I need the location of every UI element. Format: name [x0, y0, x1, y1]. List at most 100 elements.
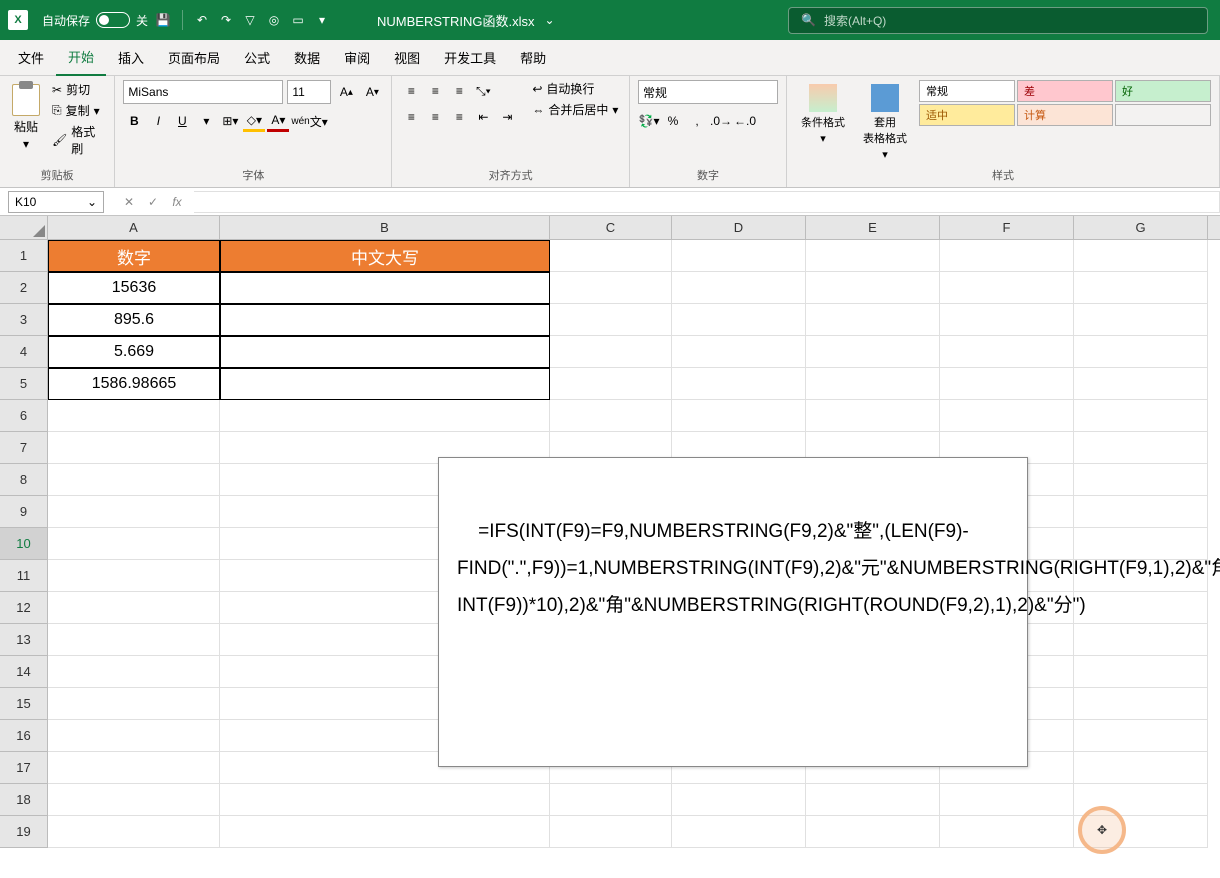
- accept-formula-icon[interactable]: ✓: [142, 191, 164, 213]
- phonetic-button[interactable]: wén文▾: [291, 110, 327, 132]
- save-icon[interactable]: 💾: [154, 11, 172, 29]
- align-bottom-icon[interactable]: ≡: [448, 80, 470, 102]
- cell-G7[interactable]: [1074, 432, 1208, 464]
- cell-E3[interactable]: [806, 304, 940, 336]
- autosave-toggle[interactable]: [96, 12, 130, 28]
- cell-style-good[interactable]: 好: [1115, 80, 1211, 102]
- cell-D5[interactable]: [672, 368, 806, 400]
- cell-F6[interactable]: [940, 400, 1074, 432]
- menu-devtools[interactable]: 开发工具: [432, 40, 508, 75]
- row-header-2[interactable]: 2: [0, 272, 48, 304]
- cell-C6[interactable]: [550, 400, 672, 432]
- column-header-A[interactable]: A: [48, 216, 220, 239]
- cell-G3[interactable]: [1074, 304, 1208, 336]
- column-header-E[interactable]: E: [806, 216, 940, 239]
- cell-style-bad[interactable]: 差: [1017, 80, 1113, 102]
- cell-style-calc[interactable]: 计算: [1017, 104, 1113, 126]
- orientation-icon[interactable]: ⤡▾: [472, 80, 494, 102]
- cell-F3[interactable]: [940, 304, 1074, 336]
- cell-E1[interactable]: [806, 240, 940, 272]
- wrap-text-button[interactable]: ↩自动换行: [532, 80, 618, 97]
- bold-button[interactable]: B: [123, 110, 145, 132]
- cell-A4[interactable]: 5.669: [48, 336, 220, 368]
- cell-A3[interactable]: 895.6: [48, 304, 220, 336]
- formula-input[interactable]: [194, 191, 1220, 213]
- paste-button[interactable]: 粘贴 ▾: [8, 80, 44, 155]
- cell-A8[interactable]: [48, 464, 220, 496]
- decrease-font-icon[interactable]: A▾: [361, 81, 383, 103]
- redo-icon[interactable]: ↷: [217, 11, 235, 29]
- row-header-5[interactable]: 5: [0, 368, 48, 400]
- select-all-corner[interactable]: [0, 216, 48, 239]
- cell-F5[interactable]: [940, 368, 1074, 400]
- underline-button[interactable]: U: [171, 110, 193, 132]
- row-header-16[interactable]: 16: [0, 720, 48, 752]
- cell-C4[interactable]: [550, 336, 672, 368]
- font-color-button[interactable]: A▾: [267, 110, 289, 132]
- merge-center-button[interactable]: ⇔合并后居中▾: [532, 101, 618, 118]
- column-header-C[interactable]: C: [550, 216, 672, 239]
- spreadsheet-grid[interactable]: ABCDEFG 1数字中文大写2156363895.645.66951586.9…: [0, 216, 1220, 848]
- menu-formulas[interactable]: 公式: [232, 40, 282, 75]
- cell-E18[interactable]: [806, 784, 940, 816]
- cell-B3[interactable]: [220, 304, 550, 336]
- currency-icon[interactable]: 💱▾: [638, 110, 660, 132]
- cell-G13[interactable]: [1074, 624, 1208, 656]
- cell-G1[interactable]: [1074, 240, 1208, 272]
- cell-style-neutral[interactable]: 适中: [919, 104, 1015, 126]
- cell-G2[interactable]: [1074, 272, 1208, 304]
- cell-F4[interactable]: [940, 336, 1074, 368]
- cell-G9[interactable]: [1074, 496, 1208, 528]
- name-box[interactable]: K10 ⌄: [8, 191, 104, 213]
- cell-A14[interactable]: [48, 656, 220, 688]
- row-header-17[interactable]: 17: [0, 752, 48, 784]
- cell-B6[interactable]: [220, 400, 550, 432]
- cell-A5[interactable]: 1586.98665: [48, 368, 220, 400]
- increase-font-icon[interactable]: A▴: [335, 81, 357, 103]
- cell-A7[interactable]: [48, 432, 220, 464]
- menu-review[interactable]: 审阅: [332, 40, 382, 75]
- cell-E5[interactable]: [806, 368, 940, 400]
- cell-F18[interactable]: [940, 784, 1074, 816]
- search-box[interactable]: 🔍 搜索(Alt+Q): [788, 7, 1208, 34]
- cell-F19[interactable]: [940, 816, 1074, 848]
- cell-A9[interactable]: [48, 496, 220, 528]
- font-name-select[interactable]: [123, 80, 283, 104]
- cell-C3[interactable]: [550, 304, 672, 336]
- cell-D19[interactable]: [672, 816, 806, 848]
- row-header-12[interactable]: 12: [0, 592, 48, 624]
- indent-decrease-icon[interactable]: ⇤: [472, 106, 494, 128]
- row-header-19[interactable]: 19: [0, 816, 48, 848]
- row-header-15[interactable]: 15: [0, 688, 48, 720]
- cell-E19[interactable]: [806, 816, 940, 848]
- cell-G8[interactable]: [1074, 464, 1208, 496]
- menu-view[interactable]: 视图: [382, 40, 432, 75]
- cell-A15[interactable]: [48, 688, 220, 720]
- border-button[interactable]: ⊞▾: [219, 110, 241, 132]
- font-size-select[interactable]: [287, 80, 331, 104]
- row-header-14[interactable]: 14: [0, 656, 48, 688]
- format-as-table-button[interactable]: 套用 表格格式▾: [857, 80, 913, 165]
- cell-A16[interactable]: [48, 720, 220, 752]
- touch-icon[interactable]: ▭: [289, 11, 307, 29]
- filter-icon[interactable]: ▽: [241, 11, 259, 29]
- format-painter-button[interactable]: 🖌格式刷: [50, 122, 106, 158]
- menu-data[interactable]: 数据: [282, 40, 332, 75]
- column-header-D[interactable]: D: [672, 216, 806, 239]
- row-header-13[interactable]: 13: [0, 624, 48, 656]
- cell-D6[interactable]: [672, 400, 806, 432]
- underline-more-icon[interactable]: ▾: [195, 110, 217, 132]
- cell-G10[interactable]: [1074, 528, 1208, 560]
- cell-A18[interactable]: [48, 784, 220, 816]
- row-header-7[interactable]: 7: [0, 432, 48, 464]
- cell-E4[interactable]: [806, 336, 940, 368]
- cut-button[interactable]: ✂剪切: [50, 80, 106, 99]
- cell-D18[interactable]: [672, 784, 806, 816]
- fill-color-button[interactable]: ◇▾: [243, 110, 265, 132]
- row-header-10[interactable]: 10: [0, 528, 48, 560]
- row-header-3[interactable]: 3: [0, 304, 48, 336]
- cell-D3[interactable]: [672, 304, 806, 336]
- indent-increase-icon[interactable]: ⇥: [496, 106, 518, 128]
- column-header-B[interactable]: B: [220, 216, 550, 239]
- percent-icon[interactable]: %: [662, 110, 684, 132]
